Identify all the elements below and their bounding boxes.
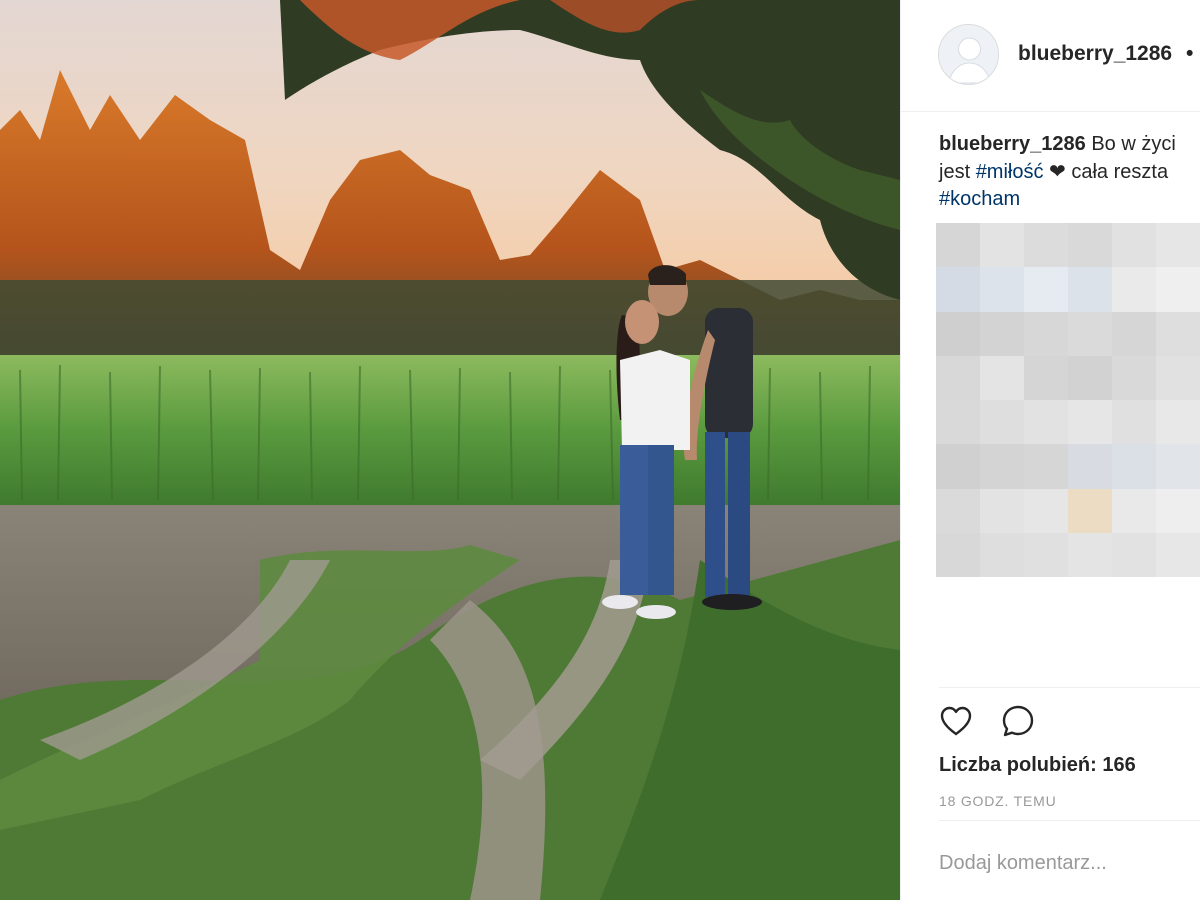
default-user-avatar-icon [939,25,998,84]
hashtag-link[interactable]: #kocham [939,188,1020,210]
mosaic-tile [1024,311,1068,356]
speech-bubble-icon [1002,705,1034,737]
mosaic-tile [1112,355,1156,400]
mosaic-tile [980,444,1024,489]
post-timestamp[interactable]: 18 GODZ. TEMU [939,793,1057,809]
add-comment-input[interactable] [939,840,1200,886]
mosaic-tile [1156,400,1200,445]
divider [939,687,1200,688]
mosaic-tile [980,400,1024,445]
mosaic-tile [1112,444,1156,489]
mosaic-tile [980,488,1024,533]
mosaic-tile [1112,532,1156,577]
mosaic-tile [980,311,1024,356]
post-caption: blueberry_1286 Bo w życi jest #miłość ❤ … [939,131,1200,214]
mosaic-tile [1024,355,1068,400]
post-photo[interactable] [0,0,900,900]
mosaic-tile [1068,267,1112,312]
mosaic-tile [980,532,1024,577]
post-side-panel: blueberry_1286 • blueberry_1286 Bo w życ… [900,0,1200,900]
hashtag-link[interactable]: #miłość [976,161,1044,183]
mosaic-tile [1068,223,1112,268]
mosaic-tile [1156,444,1200,489]
mosaic-tile [1024,223,1068,268]
likes-count[interactable]: Liczba polubień: 166 [939,754,1136,777]
mosaic-tile [1068,444,1112,489]
mosaic-tile [1068,532,1112,577]
mosaic-tile [1156,532,1200,577]
mosaic-tile [936,311,980,356]
mosaic-tile [936,223,980,268]
mosaic-tile [1024,532,1068,577]
mosaic-tile [936,400,980,445]
mosaic-tile [980,223,1024,268]
couple-kissing-in-field-photo [0,0,900,900]
caption-text-line2-prefix: jest [939,160,976,183]
mosaic-tile [1068,488,1112,533]
heart-outline-icon [940,706,972,736]
mosaic-tile [936,532,980,577]
mosaic-tile [1112,267,1156,312]
comment-button[interactable] [1000,703,1036,739]
caption-text-line2-suffix: cała reszta [1065,160,1169,183]
mosaic-tile [1156,355,1200,400]
heart-emoji: ❤ [1049,160,1066,183]
mosaic-tile [1112,488,1156,533]
mosaic-tile [1156,267,1200,312]
mosaic-tile [936,444,980,489]
pixelated-comments-area [936,223,1200,577]
mosaic-tile [1112,311,1156,356]
caption-username-link[interactable]: blueberry_1286 [939,133,1086,155]
mosaic-tile [936,267,980,312]
avatar[interactable] [938,24,999,85]
mosaic-tile [1156,223,1200,268]
mosaic-tile [1024,444,1068,489]
mosaic-tile [1112,223,1156,268]
mosaic-tile [1156,488,1200,533]
mosaic-tile [980,267,1024,312]
mosaic-tile [1024,267,1068,312]
post-header: blueberry_1286 • [901,0,1200,112]
mosaic-tile [1112,400,1156,445]
header-separator: • [1186,42,1194,65]
mosaic-tile [1024,400,1068,445]
mosaic-tile [1068,400,1112,445]
divider [939,820,1200,821]
caption-text-line1: Bo w życi [1085,133,1176,155]
like-button[interactable] [938,703,974,739]
mosaic-tile [980,355,1024,400]
username-link[interactable]: blueberry_1286 [1018,42,1172,66]
mosaic-tile [936,488,980,533]
mosaic-tile [1156,311,1200,356]
mosaic-tile [1068,355,1112,400]
mosaic-tile [936,355,980,400]
mosaic-tile [1068,311,1112,356]
mosaic-tile [1024,488,1068,533]
